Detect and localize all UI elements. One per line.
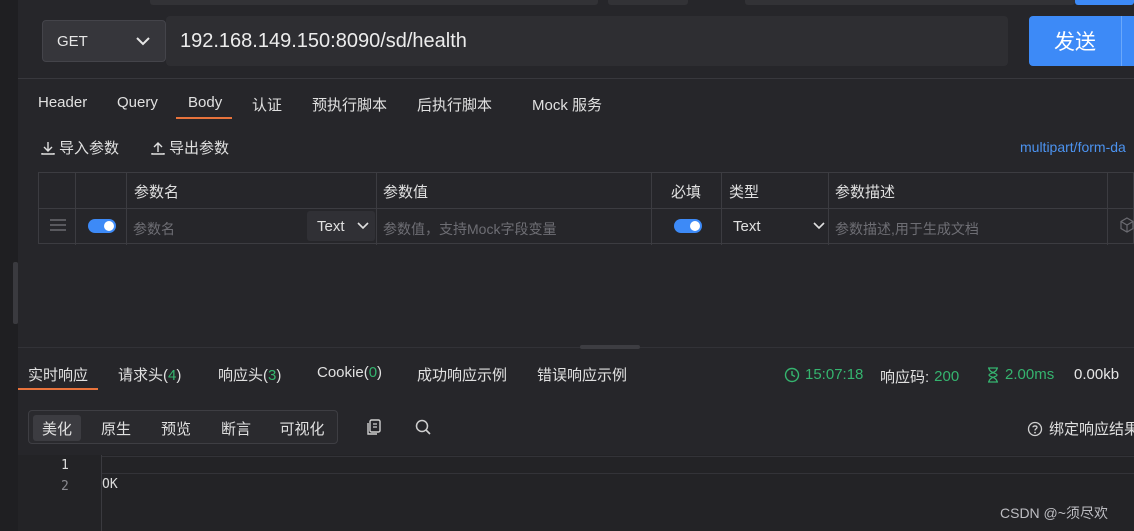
param-name-type-label: Text [317,217,345,235]
send-dropdown-divider [1121,16,1122,66]
tab-body[interactable]: Body [188,94,222,111]
tab-response-headers[interactable]: 响应头(3) [218,364,281,385]
bind-response-button[interactable]: 绑定响应结果 [1027,418,1134,439]
import-params-button[interactable]: 导入参数 [40,137,119,158]
line-number: 1 [61,458,69,473]
param-name-input[interactable]: 参数名 [133,219,175,239]
tab-error-example[interactable]: 错误响应示例 [537,364,627,385]
line-number: 2 [61,479,69,494]
param-desc-input[interactable]: 参数描述,用于生成文档 [835,219,979,239]
response-duration: 2.00ms [986,366,1054,383]
upload-icon [151,141,165,155]
response-time-value: 15:07:18 [805,366,864,383]
watermark: CSDN @~须尽欢 [1000,505,1108,521]
param-enabled-toggle[interactable] [88,219,116,233]
content-type-select[interactable]: multipart/form-da [1020,139,1126,155]
url-value: 192.168.149.150:8090/sd/health [180,29,467,52]
top-tab-stub-active [1075,0,1134,5]
tab-header[interactable]: Header [38,94,87,111]
status-code-label: 响应码: [880,369,930,386]
top-tab-stub [150,0,598,5]
hourglass-icon [988,366,998,383]
download-icon [41,141,55,155]
view-preview-button[interactable]: 预览 [151,415,201,441]
tab-realtime-response[interactable]: 实时响应 [28,364,88,385]
col-header-type: 类型 [729,184,760,201]
tab-pre-script[interactable]: 预执行脚本 [312,94,387,115]
copy-icon[interactable] [365,418,383,436]
view-beautify-button[interactable]: 美化 [33,415,81,441]
chevron-down-icon [813,222,825,230]
table-header-row [39,173,1134,209]
divider [18,78,1134,79]
drag-handle-icon[interactable] [49,218,67,232]
response-size: 0.00kb [1074,366,1119,383]
response-duration-value: 2.00ms [1005,366,1055,383]
active-tab-indicator [176,117,232,119]
count-badge: 0 [368,364,378,381]
status-code: 响应码: 200 [880,366,959,387]
col-header-name: 参数名 [134,184,180,201]
view-visualize-button[interactable]: 可视化 [271,415,333,441]
tab-auth[interactable]: 认证 [252,94,282,115]
panel-splitter[interactable] [18,347,1134,348]
param-table: 参数名 参数值 必填 类型 参数描述 参数名 Text 参数值，支持Mock字段… [38,172,1134,245]
col-header-required: 必填 [671,184,702,201]
bind-response-label: 绑定响应结果 [1049,421,1134,438]
tab-cookie[interactable]: Cookie(0) [317,364,382,381]
response-time: 15:07:18 [784,366,863,383]
sidebar-resize-handle[interactable] [13,262,18,324]
method-label: GET [57,32,88,50]
top-tab-stub [608,0,688,5]
tab-success-example[interactable]: 成功响应示例 [417,364,507,385]
param-required-toggle[interactable] [674,219,702,233]
param-name-type-select[interactable]: Text [307,211,375,241]
status-code-value: 200 [934,368,960,385]
method-select[interactable]: GET [42,20,166,62]
export-params-label: 导出参数 [169,140,230,157]
chevron-down-icon [357,222,369,230]
view-raw-button[interactable]: 原生 [91,415,141,441]
tab-post-script[interactable]: 后执行脚本 [417,94,492,115]
line-number-gutter [18,455,101,531]
cube-icon[interactable] [1119,217,1134,233]
clock-icon [784,367,800,382]
import-params-label: 导入参数 [59,140,120,157]
chevron-down-icon [136,37,150,46]
url-input[interactable]: 192.168.149.150:8090/sd/health [166,16,1008,66]
send-button[interactable]: 发送 [1029,16,1134,66]
send-label: 发送 [1054,31,1096,54]
view-assert-button[interactable]: 断言 [211,415,261,441]
help-circle-icon [1027,421,1043,436]
splitter-grip[interactable] [580,345,640,349]
tab-mock-service[interactable]: Mock 服务 [532,94,602,115]
response-size-value: 0.00kb [1074,366,1120,383]
current-line-highlight [102,456,1134,474]
param-type-select[interactable]: Text [733,211,825,241]
top-tab-stub [745,0,1075,5]
param-value-input[interactable]: 参数值，支持Mock字段变量 [383,219,556,239]
col-header-value: 参数值 [383,184,429,201]
active-response-tab-indicator [18,388,98,390]
search-icon[interactable] [414,418,432,436]
tab-query[interactable]: Query [117,94,158,111]
col-header-desc: 参数描述 [835,184,896,201]
view-mode-group: 美化 原生 预览 断言 可视化 [28,410,338,444]
param-type-label: Text [733,217,761,235]
export-params-button[interactable]: 导出参数 [150,137,229,158]
tab-request-headers[interactable]: 请求头(4) [118,364,181,385]
response-body-text: OK [102,477,118,492]
